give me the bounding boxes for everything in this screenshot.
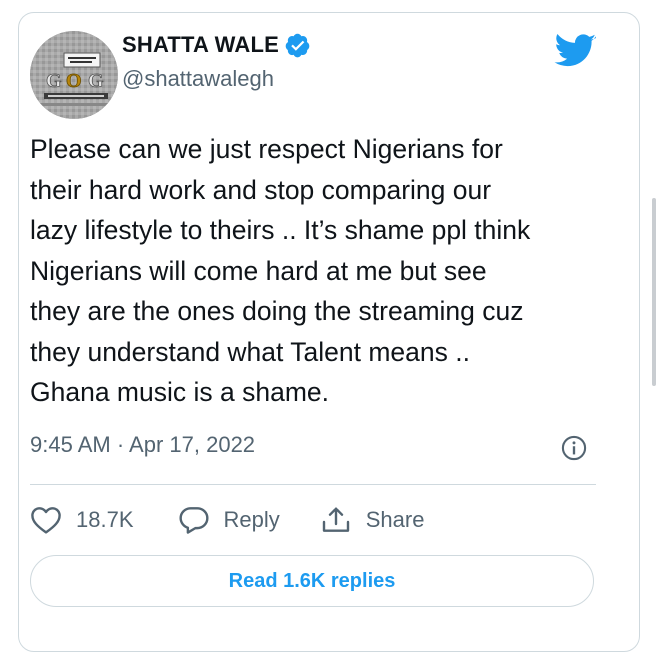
verified-badge-icon: [284, 32, 311, 59]
info-icon[interactable]: [560, 434, 588, 462]
author-display-name[interactable]: SHATTA WALE: [122, 32, 279, 58]
svg-text:G: G: [88, 70, 104, 92]
reply-button[interactable]: Reply: [178, 505, 280, 535]
svg-text:G: G: [46, 70, 62, 92]
heart-icon: [31, 507, 61, 534]
read-replies-button[interactable]: Read 1.6K replies: [30, 555, 594, 607]
share-label: Share: [365, 507, 425, 532]
share-upload-icon: [322, 507, 349, 532]
author-handle[interactable]: @shattawalegh: [122, 66, 274, 92]
divider: [30, 484, 596, 485]
like-button[interactable]: 18.7K: [30, 505, 134, 535]
speech-bubble-icon: [178, 507, 209, 534]
tweet-text: Please can we just respect Nigerians for…: [30, 134, 531, 407]
author-name-row[interactable]: SHATTA WALE: [122, 30, 311, 60]
tweet-actions: 18.7K Reply Share: [30, 500, 424, 540]
reply-label: Reply: [223, 507, 280, 532]
svg-text:O: O: [66, 70, 82, 92]
tweet-timestamp[interactable]: 9:45 AM · Apr 17, 2022: [30, 432, 255, 458]
twitter-bird-icon[interactable]: [554, 34, 597, 69]
share-button[interactable]: Share: [320, 505, 425, 535]
avatar[interactable]: G O G: [30, 31, 118, 119]
avatar-image: G O G: [30, 31, 118, 119]
scrollbar[interactable]: [652, 198, 656, 386]
like-count: 18.7K: [76, 507, 134, 532]
